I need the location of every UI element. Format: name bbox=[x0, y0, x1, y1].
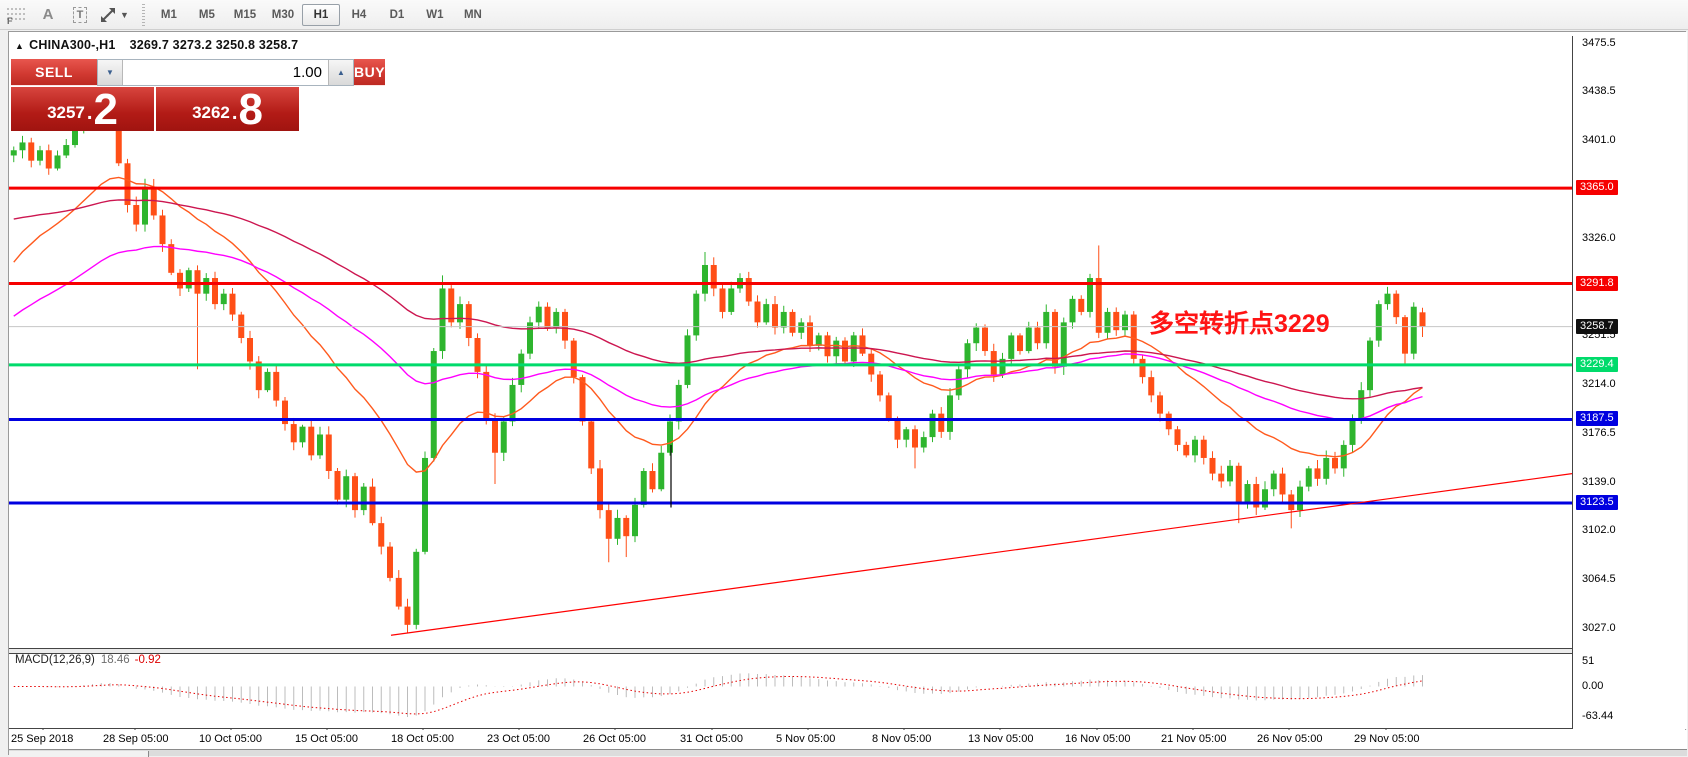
price-tick: 3214.0 bbox=[1582, 378, 1616, 390]
time-tick: 26 Oct 05:00 bbox=[583, 733, 646, 745]
time-axis[interactable]: 25 Sep 2018 28 Sep 05:00 10 Oct 05:00 15 Oc… bbox=[9, 730, 1687, 749]
timeframe-m1[interactable]: M1 bbox=[150, 4, 188, 26]
price-tick: 3438.5 bbox=[1582, 85, 1616, 97]
volume-input[interactable] bbox=[123, 60, 328, 85]
time-tick: 8 Nov 05:00 bbox=[872, 733, 931, 745]
time-tick: 21 Nov 05:00 bbox=[1161, 733, 1226, 745]
one-click-trade-panel: SELL ▼ ▲ BUY 3257.2 3262.8 bbox=[11, 59, 299, 131]
chevron-down-icon: ▼ bbox=[120, 10, 129, 20]
fibonacci-icon[interactable]: F bbox=[2, 3, 30, 27]
toolbar-grip bbox=[140, 4, 147, 26]
symbol-period: CHINA300-,H1 bbox=[29, 38, 115, 52]
price-level-label: 3291.8 bbox=[1576, 276, 1618, 291]
sell-price-display[interactable]: 3257.2 bbox=[11, 87, 154, 131]
text-label-icon[interactable]: T bbox=[66, 3, 94, 27]
volume-decrease-button[interactable]: ▼ bbox=[98, 60, 123, 85]
time-tick: 15 Oct 05:00 bbox=[295, 733, 358, 745]
timeframe-mn[interactable]: MN bbox=[454, 4, 492, 26]
price-tick: 3475.5 bbox=[1582, 37, 1616, 49]
timeframe-m30[interactable]: M30 bbox=[264, 4, 302, 26]
timeframe-m15[interactable]: M15 bbox=[226, 4, 264, 26]
price-level-label: 3229.4 bbox=[1576, 357, 1618, 372]
buy-button[interactable]: BUY bbox=[354, 59, 385, 86]
price-tick: 3176.5 bbox=[1582, 427, 1616, 439]
top-toolbar: F A T ▼ M1M5M15M30H1H4D1W1MN bbox=[0, 0, 1688, 30]
time-tick: 16 Nov 05:00 bbox=[1065, 733, 1130, 745]
macd-indicator-label: MACD(12,26,9)18.46-0.92 bbox=[15, 654, 161, 666]
price-tick: 3102.0 bbox=[1582, 524, 1616, 536]
chart-window: ▲ CHINA300-,H1 3269.7 3273.2 3250.8 3258.7… bbox=[8, 31, 1686, 755]
svg-text:F: F bbox=[7, 16, 13, 25]
macd-main-value: 18.46 bbox=[101, 654, 130, 666]
price-tick: 3027.0 bbox=[1582, 622, 1616, 634]
buy-price-display[interactable]: 3262.8 bbox=[156, 87, 299, 131]
time-tick: 26 Nov 05:00 bbox=[1257, 733, 1322, 745]
macd-signal-value: -0.92 bbox=[135, 654, 161, 666]
timeframe-h4[interactable]: H4 bbox=[340, 4, 378, 26]
price-level-label: 3187.5 bbox=[1576, 411, 1618, 426]
chart-tab[interactable] bbox=[9, 751, 149, 757]
timeframe-w1[interactable]: W1 bbox=[416, 4, 454, 26]
price-axis[interactable]: 3475.53438.53401.03326.03251.53214.03176… bbox=[1573, 32, 1687, 729]
macd-tick: 0.00 bbox=[1582, 680, 1603, 692]
arrows-icon[interactable]: ▼ bbox=[98, 3, 130, 27]
time-tick: 31 Oct 05:00 bbox=[680, 733, 743, 745]
time-tick: 18 Oct 05:00 bbox=[391, 733, 454, 745]
volume-spinner: ▼ ▲ bbox=[97, 59, 354, 86]
price-level-label: 3123.5 bbox=[1576, 495, 1618, 510]
timeframe-buttons: M1M5M15M30H1H4D1W1MN bbox=[150, 4, 492, 26]
price-tick: 3064.5 bbox=[1582, 573, 1616, 585]
time-tick: 13 Nov 05:00 bbox=[968, 733, 1033, 745]
time-tick: 25 Sep 2018 bbox=[11, 733, 73, 745]
chart-title: ▲ CHINA300-,H1 3269.7 3273.2 3250.8 3258.7 bbox=[15, 38, 298, 52]
macd-tick: 51 bbox=[1582, 655, 1594, 667]
time-tick: 28 Sep 05:00 bbox=[103, 733, 168, 745]
sell-button[interactable]: SELL bbox=[11, 59, 97, 86]
price-level-label: 3258.7 bbox=[1576, 319, 1618, 334]
timeframe-h1[interactable]: H1 bbox=[302, 4, 340, 26]
timeframe-m5[interactable]: M5 bbox=[188, 4, 226, 26]
price-level-label: 3365.0 bbox=[1576, 180, 1618, 195]
timeframe-d1[interactable]: D1 bbox=[378, 4, 416, 26]
macd-tick: -63.44 bbox=[1582, 710, 1613, 722]
time-tick: 10 Oct 05:00 bbox=[199, 733, 262, 745]
time-tick: 23 Oct 05:00 bbox=[487, 733, 550, 745]
triangle-up-icon: ▲ bbox=[15, 41, 24, 51]
text-icon[interactable]: A bbox=[34, 3, 62, 27]
price-tick: 3326.0 bbox=[1582, 232, 1616, 244]
price-chart-canvas[interactable] bbox=[9, 32, 1687, 756]
chart-annotation: 多空转折点3229 bbox=[1149, 304, 1330, 340]
time-tick: 5 Nov 05:00 bbox=[776, 733, 835, 745]
title-ohlc-values: 3269.7 3273.2 3250.8 3258.7 bbox=[130, 38, 299, 52]
price-tick: 3139.0 bbox=[1582, 476, 1616, 488]
price-tick: 3401.0 bbox=[1582, 134, 1616, 146]
time-tick: 29 Nov 05:00 bbox=[1354, 733, 1419, 745]
volume-increase-button[interactable]: ▲ bbox=[328, 60, 353, 85]
